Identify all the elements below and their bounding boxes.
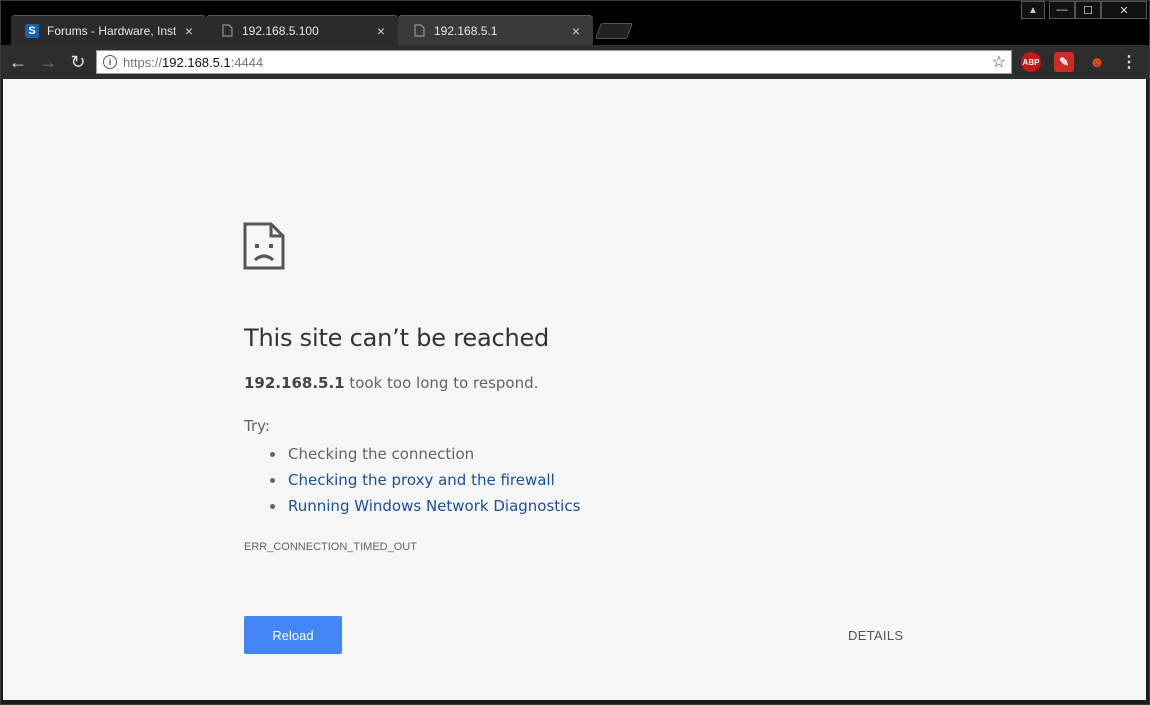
new-tab-button[interactable] bbox=[595, 23, 633, 39]
page-content: This site can’t be reached 192.168.5.1 t… bbox=[3, 79, 1146, 700]
site-info-icon[interactable]: i bbox=[103, 55, 117, 69]
tab-title: 192.168.5.100 bbox=[242, 23, 319, 38]
try-label: Try: bbox=[244, 417, 270, 435]
reload-button[interactable]: Reload bbox=[244, 616, 342, 654]
adblock-extension-icon[interactable]: ABP bbox=[1021, 52, 1041, 72]
url-port: :4444 bbox=[230, 54, 264, 70]
url-scheme: https:// bbox=[123, 54, 163, 70]
address-bar[interactable]: i https:// 192.168.5.1 :4444 ☆ bbox=[96, 50, 1012, 74]
details-button[interactable]: DETAILS bbox=[848, 628, 903, 643]
extension-icon[interactable]: ☻ bbox=[1087, 52, 1107, 72]
sad-page-icon bbox=[243, 222, 285, 270]
tab-title: Forums - Hardware, Insta bbox=[47, 23, 176, 38]
page-icon bbox=[220, 24, 234, 38]
reload-icon[interactable]: ↻ bbox=[65, 49, 91, 75]
bookmark-star-icon[interactable]: ☆ bbox=[992, 52, 1006, 72]
tab-192-168-5-100[interactable]: 192.168.5.100 × bbox=[206, 15, 398, 45]
maximize-button[interactable]: ☐ bbox=[1075, 1, 1101, 19]
error-code: ERR_CONNECTION_TIMED_OUT bbox=[244, 541, 417, 553]
minimize-button[interactable]: — bbox=[1049, 1, 1075, 19]
network-diagnostics-link[interactable]: Running Windows Network Diagnostics bbox=[270, 493, 580, 519]
back-button[interactable]: ← bbox=[5, 49, 31, 75]
suggestions-list: Checking the connection Checking the pro… bbox=[270, 441, 580, 519]
close-tab-icon[interactable]: × bbox=[182, 23, 196, 39]
proxy-firewall-link[interactable]: Checking the proxy and the firewall bbox=[270, 467, 580, 493]
tab-192-168-5-1[interactable]: 192.168.5.1 × bbox=[398, 15, 593, 45]
page-icon bbox=[412, 24, 426, 38]
extension-icon[interactable]: ✎ bbox=[1054, 52, 1074, 72]
list-item: Checking the connection bbox=[270, 441, 580, 467]
window-controls: — ☐ ✕ bbox=[1049, 1, 1147, 19]
user-profile-icon[interactable]: ▲ bbox=[1021, 1, 1045, 19]
url-host: 192.168.5.1 bbox=[162, 54, 231, 70]
close-window-button[interactable]: ✕ bbox=[1101, 1, 1147, 19]
error-summary-text: took too long to respond. bbox=[344, 374, 539, 392]
forward-button[interactable]: → bbox=[35, 49, 61, 75]
tab-strip: S Forums - Hardware, Insta × 192.168.5.1… bbox=[1, 1, 1149, 45]
tab-forums[interactable]: S Forums - Hardware, Insta × bbox=[11, 15, 206, 45]
error-summary: 192.168.5.1 took too long to respond. bbox=[244, 374, 538, 392]
browser-toolbar: ← → ↻ i https:// 192.168.5.1 :4444 ☆ ABP… bbox=[1, 45, 1149, 79]
error-host: 192.168.5.1 bbox=[244, 374, 345, 392]
close-tab-icon[interactable]: × bbox=[569, 23, 583, 39]
browser-window: S Forums - Hardware, Insta × 192.168.5.1… bbox=[0, 0, 1150, 705]
error-heading: This site can’t be reached bbox=[244, 324, 550, 352]
brand-s-icon: S bbox=[25, 23, 39, 38]
close-tab-icon[interactable]: × bbox=[374, 23, 388, 39]
tab-title: 192.168.5.1 bbox=[434, 23, 498, 38]
menu-icon[interactable]: ⋮ bbox=[1119, 52, 1139, 72]
